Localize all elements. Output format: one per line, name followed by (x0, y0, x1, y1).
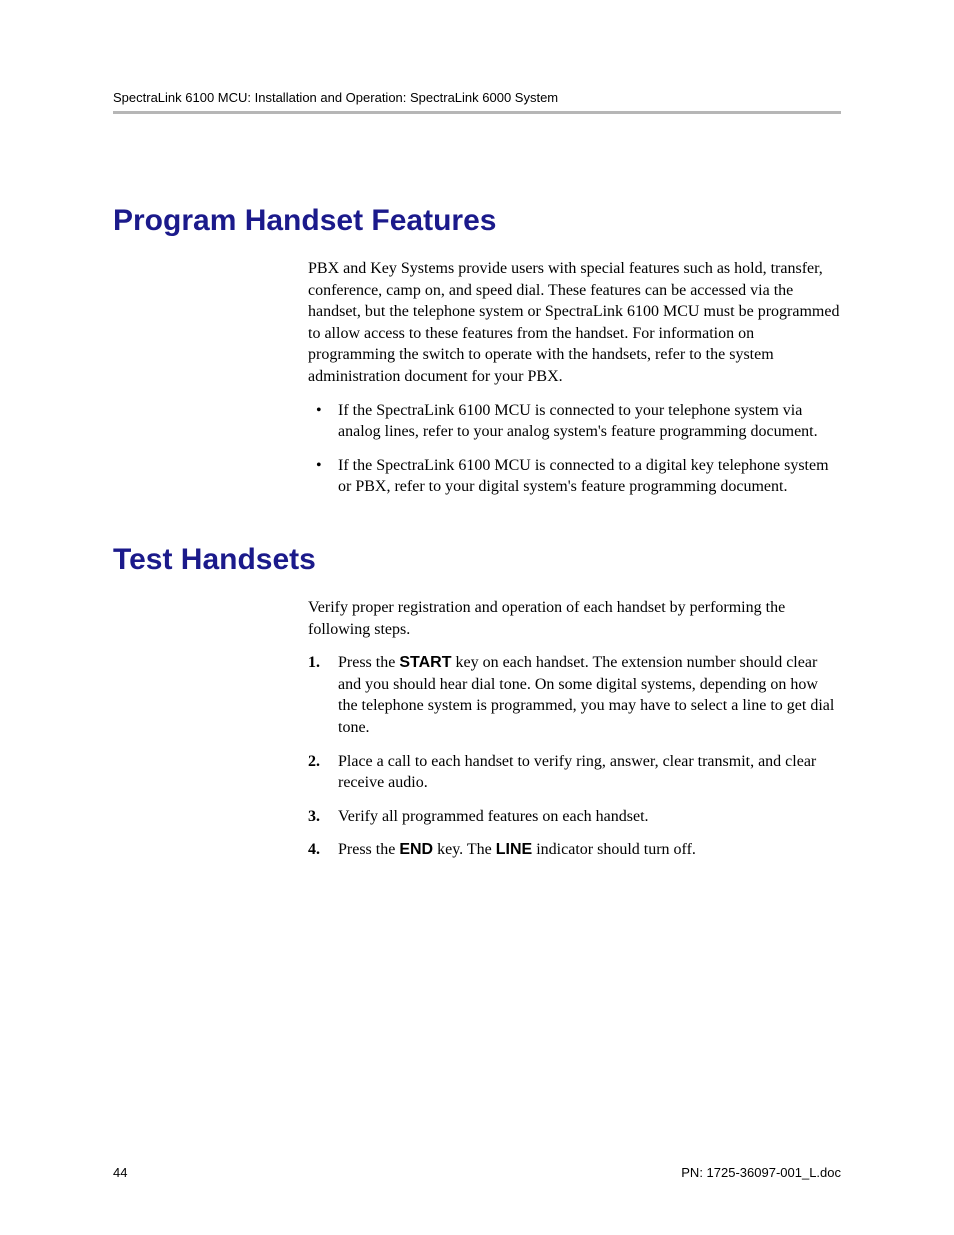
step-text: Verify all programmed features on each h… (338, 808, 649, 825)
step-number: 1. (308, 652, 320, 674)
bullet-item: If the SpectraLink 6100 MCU is connected… (308, 455, 841, 498)
step-number: 3. (308, 806, 320, 828)
step-text-pre: Press the (338, 654, 399, 671)
section-test-handsets: Test Handsets Verify proper registration… (113, 543, 841, 861)
step-item: 1. Press the START key on each handset. … (308, 652, 841, 738)
step-number: 4. (308, 839, 320, 861)
heading-test-handsets: Test Handsets (113, 543, 841, 577)
step-text-mid: key. The (433, 841, 496, 858)
keycap-start: START (399, 654, 451, 671)
step-text-post: indicator should turn off. (532, 841, 696, 858)
page: SpectraLink 6100 MCU: Installation and O… (0, 0, 954, 861)
heading-program-handset-features: Program Handset Features (113, 204, 841, 238)
step-text-pre: Press the (338, 841, 399, 858)
page-number: 44 (113, 1165, 127, 1180)
keycap-line: LINE (496, 841, 532, 858)
step-item: 4. Press the END key. The LINE indicator… (308, 839, 841, 861)
header-text: SpectraLink 6100 MCU: Installation and O… (113, 90, 558, 105)
bullet-item: If the SpectraLink 6100 MCU is connected… (308, 400, 841, 443)
footer: 44 PN: 1725-36097-001_L.doc (113, 1165, 841, 1180)
step-item: 3. Verify all programmed features on eac… (308, 806, 841, 828)
step-text: Place a call to each handset to verify r… (338, 753, 816, 792)
test-steps: 1. Press the START key on each handset. … (308, 652, 841, 861)
program-body: PBX and Key Systems provide users with s… (308, 258, 841, 498)
running-header: SpectraLink 6100 MCU: Installation and O… (113, 90, 841, 114)
test-intro: Verify proper registration and operation… (308, 597, 841, 640)
part-number: PN: 1725-36097-001_L.doc (681, 1165, 841, 1180)
test-body: Verify proper registration and operation… (308, 597, 841, 861)
step-number: 2. (308, 751, 320, 773)
step-item: 2. Place a call to each handset to verif… (308, 751, 841, 794)
program-intro: PBX and Key Systems provide users with s… (308, 258, 841, 388)
keycap-end: END (399, 841, 433, 858)
program-bullets: If the SpectraLink 6100 MCU is connected… (308, 400, 841, 498)
